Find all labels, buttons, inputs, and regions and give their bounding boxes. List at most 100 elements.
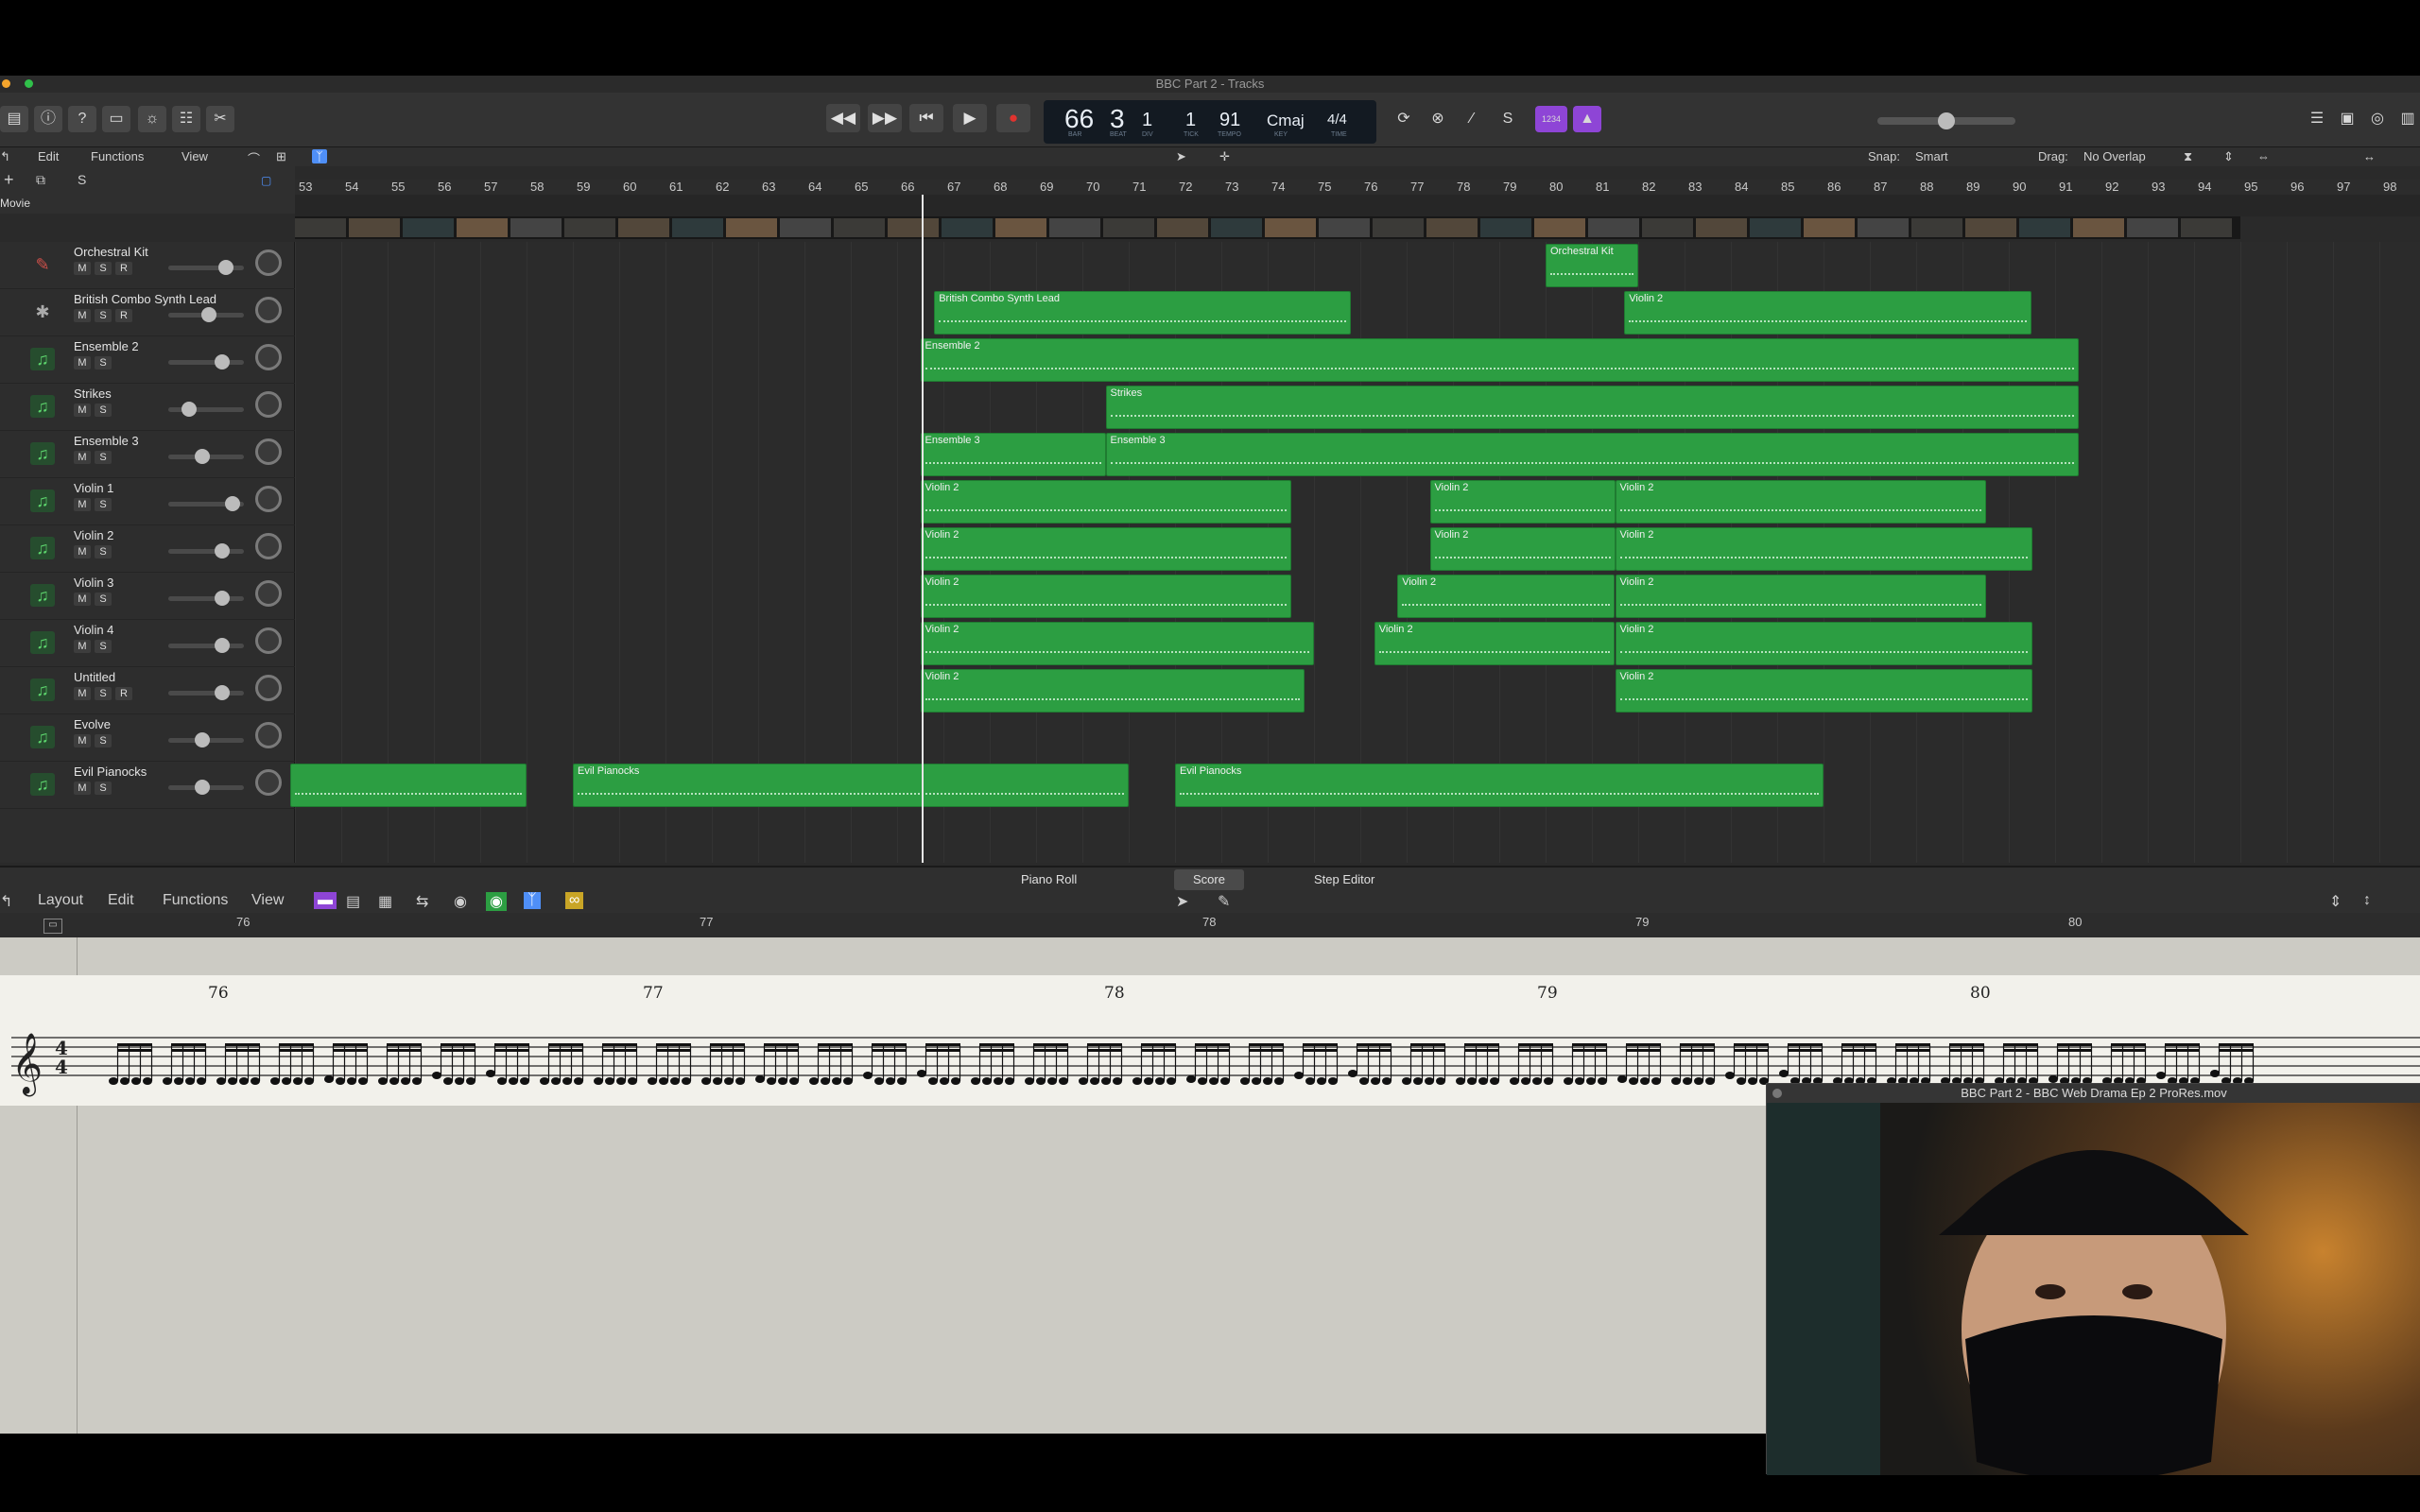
pan-knob[interactable] xyxy=(255,297,282,323)
page-view-icon[interactable]: ▤ xyxy=(346,892,360,911)
note-head[interactable] xyxy=(767,1077,776,1085)
global-solo-icon[interactable]: S xyxy=(78,172,86,187)
note-head[interactable] xyxy=(2156,1072,2166,1079)
note-head[interactable] xyxy=(628,1077,637,1085)
note-head[interactable] xyxy=(1575,1077,1584,1085)
note-head[interactable] xyxy=(616,1077,626,1085)
solo-button[interactable]: S xyxy=(1494,106,1522,132)
inspector-button[interactable]: ⓘ xyxy=(34,106,62,132)
note-head[interactable] xyxy=(778,1077,787,1085)
note-head[interactable] xyxy=(270,1077,280,1085)
note-head[interactable] xyxy=(1252,1077,1261,1085)
volume-fader[interactable] xyxy=(168,685,244,700)
note-head[interactable] xyxy=(1640,1077,1650,1085)
note-head[interactable] xyxy=(1328,1077,1338,1085)
master-volume-slider[interactable] xyxy=(1877,112,2015,129)
midi-region[interactable]: Violin 2 xyxy=(920,669,1305,713)
collapse-icon[interactable]: ▭ xyxy=(43,919,62,934)
track-header[interactable]: ♫ Violin 3 MS xyxy=(0,573,295,620)
note-head[interactable] xyxy=(821,1077,830,1085)
note-head[interactable] xyxy=(412,1077,422,1085)
loop-browser-button[interactable]: ◎ xyxy=(2363,106,2392,132)
solo-button[interactable]: S xyxy=(95,498,112,511)
note-head[interactable] xyxy=(562,1077,572,1085)
note-head[interactable] xyxy=(347,1077,356,1085)
arrange-area[interactable]: Orchestral Kit British Combo Synth Lead Vi… xyxy=(290,242,2420,863)
record-enable-button[interactable]: R xyxy=(115,262,132,275)
note-head[interactable] xyxy=(1413,1077,1423,1085)
replace-button[interactable]: ⊗ xyxy=(1424,106,1452,132)
note-head[interactable] xyxy=(1490,1077,1499,1085)
note-head[interactable] xyxy=(1167,1077,1176,1085)
count-in-button[interactable]: 1234 xyxy=(1535,106,1567,132)
note-head[interactable] xyxy=(735,1077,745,1085)
note-head[interactable] xyxy=(1305,1077,1315,1085)
note-head[interactable] xyxy=(389,1077,399,1085)
note-head[interactable] xyxy=(843,1077,853,1085)
pan-knob[interactable] xyxy=(255,769,282,796)
volume-fader-knob[interactable] xyxy=(217,260,233,275)
midi-region[interactable]: Evil Pianocks xyxy=(1175,764,1824,807)
tracks-edit-menu[interactable]: Edit xyxy=(38,149,59,163)
vertical-zoom-icon[interactable]: ⇕ xyxy=(2329,892,2342,911)
note-head[interactable] xyxy=(1382,1077,1392,1085)
track-header[interactable]: ♫ Violin 2 MS xyxy=(0,525,295,573)
note-head[interactable] xyxy=(897,1077,907,1085)
note-head[interactable] xyxy=(551,1077,561,1085)
note-head[interactable] xyxy=(143,1077,152,1085)
note-head[interactable] xyxy=(1263,1077,1272,1085)
score-layout-menu[interactable]: Layout xyxy=(38,892,83,909)
note-head[interactable] xyxy=(1521,1077,1530,1085)
marquee-tool-icon[interactable]: ✛ xyxy=(1219,149,1230,164)
volume-fader[interactable] xyxy=(168,402,244,417)
midi-in-icon[interactable]: ◉ xyxy=(454,892,467,911)
note-head[interactable] xyxy=(917,1070,926,1077)
track-header[interactable]: ♫ Ensemble 2 MS xyxy=(0,336,295,384)
midi-region[interactable]: Evil Pianocks xyxy=(573,764,1129,807)
score-view-menu[interactable]: View xyxy=(251,892,284,909)
score-ruler[interactable]: ▭ 76 77 78 79 80 xyxy=(0,913,2420,937)
rewind-button[interactable]: ◀◀ xyxy=(826,104,860,132)
midi-region[interactable]: Ensemble 3 xyxy=(920,433,1106,476)
note-head[interactable] xyxy=(1683,1077,1692,1085)
track-name[interactable]: British Combo Synth Lead xyxy=(74,292,216,306)
linear-view-icon[interactable]: ▬ xyxy=(314,892,337,909)
note-head[interactable] xyxy=(197,1077,206,1085)
volume-fader-knob[interactable] xyxy=(182,402,197,417)
note-head[interactable] xyxy=(1274,1077,1284,1085)
note-head[interactable] xyxy=(251,1077,260,1085)
pan-knob[interactable] xyxy=(255,627,282,654)
note-head[interactable] xyxy=(1705,1077,1715,1085)
midi-region[interactable] xyxy=(290,764,527,807)
record-enable-button[interactable]: R xyxy=(115,687,132,700)
mute-button[interactable]: M xyxy=(74,262,91,275)
record-enable-button[interactable]: R xyxy=(115,309,132,322)
note-head[interactable] xyxy=(1651,1077,1661,1085)
score-edit-menu[interactable]: Edit xyxy=(108,892,134,909)
solo-button[interactable]: S xyxy=(95,734,112,747)
solo-button[interactable]: S xyxy=(95,640,112,653)
track-name[interactable]: Ensemble 2 xyxy=(74,339,139,353)
note-head[interactable] xyxy=(1586,1077,1596,1085)
solo-button[interactable]: S xyxy=(95,356,112,369)
back-icon[interactable]: ↰ xyxy=(0,149,10,164)
pointer-tool-icon[interactable]: ➤ xyxy=(1176,149,1186,164)
note-head[interactable] xyxy=(1359,1077,1369,1085)
zoom-icon[interactable]: ↕ xyxy=(2363,892,2371,909)
catch-icon[interactable]: ᛉ xyxy=(524,892,541,909)
solo-button[interactable]: S xyxy=(95,687,112,700)
volume-fader-knob[interactable] xyxy=(215,638,230,653)
midi-region[interactable]: Violin 2 xyxy=(1374,622,1616,665)
note-head[interactable] xyxy=(432,1072,441,1079)
pointer-tool-icon[interactable]: ➤ xyxy=(1176,892,1188,911)
waveform-zoom-icon[interactable]: ⧗ xyxy=(2184,149,2192,164)
volume-fader[interactable] xyxy=(168,260,244,275)
pan-knob[interactable] xyxy=(255,722,282,748)
note-head[interactable] xyxy=(486,1070,495,1077)
volume-fader[interactable] xyxy=(168,307,244,322)
browser-button[interactable]: ▥ xyxy=(2394,106,2420,132)
note-head[interactable] xyxy=(1059,1077,1068,1085)
note-head[interactable] xyxy=(1113,1077,1122,1085)
note-head[interactable] xyxy=(185,1077,195,1085)
volume-fader[interactable] xyxy=(168,354,244,369)
